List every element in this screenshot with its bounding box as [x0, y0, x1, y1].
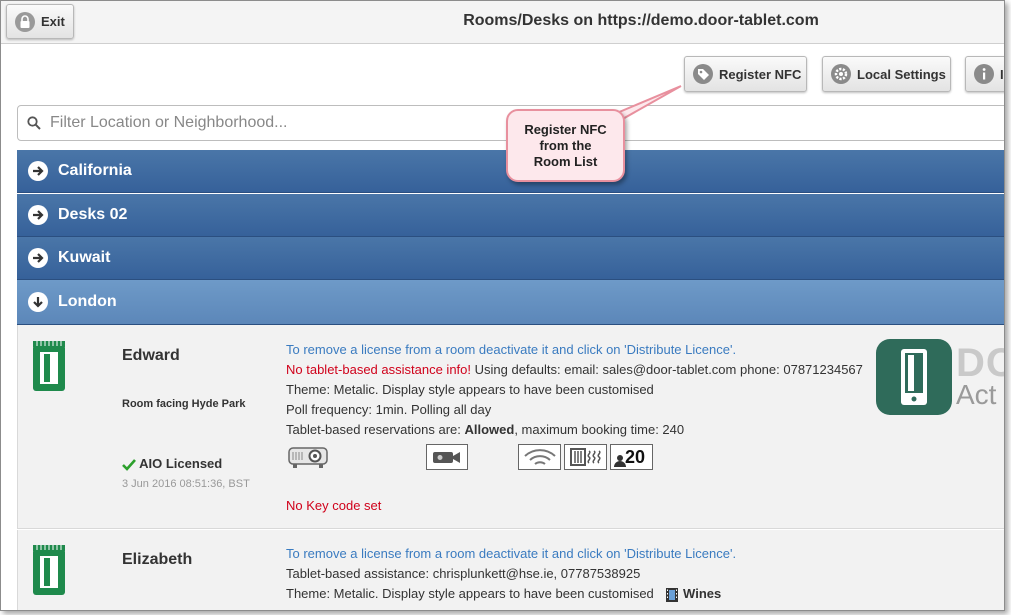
room-row-elizabeth[interactable]: Elizabeth To remove a license from a roo… [17, 530, 1004, 610]
capacity-value: 20 [625, 446, 646, 467]
tablet-icon [32, 340, 66, 392]
check-icon [122, 458, 136, 471]
license-status-label: AIO Licensed [139, 456, 223, 471]
arrow-right-icon [28, 161, 48, 181]
location-bar-desks-02[interactable]: Desks 02 [17, 194, 1004, 237]
heating-icon [564, 444, 607, 470]
arrow-down-icon [28, 292, 48, 312]
location-name: London [58, 293, 117, 310]
info-icon [974, 64, 994, 84]
tag-icon [693, 64, 713, 84]
search-icon [27, 116, 41, 130]
license-status: AIO Licensed [122, 456, 222, 471]
room-name: Edward [122, 347, 180, 364]
app-window: Exit Rooms/Desks on https://demo.door-ta… [0, 0, 1005, 611]
room-row-edward[interactable]: Edward Room facing Hyde Park AIO License… [17, 325, 1004, 529]
local-settings-label: Local Settings [857, 66, 946, 82]
wifi-icon [518, 444, 561, 470]
location-bar-kuwait[interactable]: Kuwait [17, 237, 1004, 280]
video-conference-icon [426, 444, 468, 470]
license-date: 3 Jun 2016 08:51:36, BST [122, 478, 250, 490]
logo-tile-icon [876, 339, 952, 415]
catering-label: Wines [683, 586, 722, 601]
reservations-info: Tablet-based reservations are: Allowed, … [286, 422, 684, 437]
reservations-value: Allowed [464, 422, 515, 437]
theme-info: Theme: Metalic. Display style appears to… [286, 586, 721, 602]
door-tablet-logo: DOO Act [876, 339, 1004, 417]
gear-icon [831, 64, 851, 84]
theme-info: Theme: Metalic. Display style appears to… [286, 382, 654, 397]
callout-line-3: Room List [533, 154, 598, 169]
tablet-icon [32, 544, 66, 596]
location-name: Kuwait [58, 249, 111, 266]
info-button[interactable]: I [965, 56, 1004, 92]
assistance-info: No tablet-based assistance info! Using d… [286, 362, 863, 377]
top-bar: Exit Rooms/Desks on https://demo.door-ta… [1, 1, 1004, 44]
reservations-prefix: Tablet-based reservations are: [286, 422, 465, 437]
callout-line-1: Register NFC [524, 122, 607, 137]
arrow-right-icon [28, 205, 48, 225]
assistance-info: Tablet-based assistance: chrisplunkett@h… [286, 566, 641, 581]
catering-item: Wines [665, 586, 722, 602]
info-label: I [1000, 66, 1004, 82]
poll-info: Poll frequency: 1min. Polling all day [286, 402, 492, 417]
remove-license-info: To remove a license from a room deactiva… [286, 342, 737, 357]
room-description: Room facing Hyde Park [122, 398, 246, 410]
theme-text: Theme: Metalic. Display style appears to… [286, 586, 654, 601]
filter-placeholder: Filter Location or Neighborhood... [50, 114, 288, 131]
room-name: Elizabeth [122, 551, 193, 568]
register-nfc-callout: Register NFC from the Room List [506, 109, 625, 182]
logo-text-line2: Act [956, 379, 997, 410]
location-bar-london[interactable]: London [17, 280, 1004, 325]
page-title: Rooms/Desks on https://demo.door-tablet.… [463, 12, 819, 29]
keycode-status: No Key code set [286, 498, 382, 513]
assistance-defaults: Using defaults: email: sales@door-tablet… [471, 362, 863, 377]
reservations-suffix: , maximum booking time: 240 [514, 422, 685, 437]
register-nfc-button[interactable]: Register NFC [684, 56, 807, 92]
remove-license-info: To remove a license from a room deactiva… [286, 546, 737, 561]
register-nfc-label: Register NFC [719, 66, 802, 82]
callout-line-2: from the [539, 138, 592, 153]
arrow-right-icon [28, 248, 48, 268]
location-name: Desks 02 [58, 206, 128, 223]
projector-icon [287, 443, 329, 471]
local-settings-button[interactable]: Local Settings [822, 56, 951, 92]
location-name: California [58, 162, 132, 179]
film-icon [665, 587, 679, 602]
assistance-warning: No tablet-based assistance info! [286, 362, 471, 377]
capacity-badge: 20 [610, 444, 653, 470]
